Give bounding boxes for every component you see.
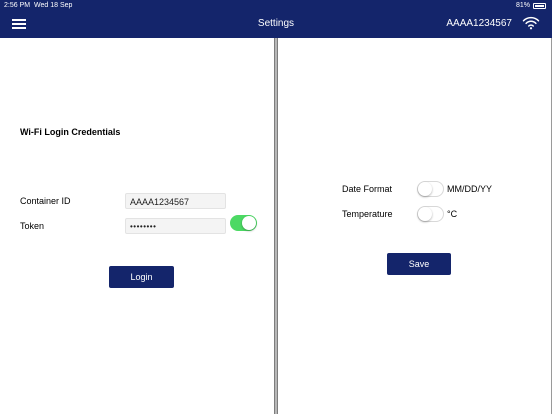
top-bar: 2:56 PM Wed 18 Sep 81% Settings AAAA1234… (0, 0, 552, 38)
date-format-toggle[interactable] (417, 181, 444, 197)
date-format-label: Date Format (342, 184, 393, 194)
wifi-icon[interactable] (522, 16, 540, 30)
save-button[interactable]: Save (387, 253, 451, 275)
temperature-toggle[interactable] (417, 206, 444, 222)
temperature-label: Temperature (342, 209, 393, 219)
container-id-label: Container ID (20, 196, 71, 206)
status-right: 81% (516, 2, 546, 9)
token-label: Token (20, 221, 45, 231)
show-token-toggle[interactable] (230, 215, 257, 231)
login-button[interactable]: Login (109, 266, 174, 288)
date-format-value: MM/DD/YY (447, 184, 492, 194)
battery-percent: 81% (515, 2, 530, 9)
toggle-knob (418, 182, 432, 196)
nav-container-id: AAAA1234567 (446, 18, 512, 29)
toggle-knob (418, 207, 432, 221)
temperature-value: °C (447, 209, 458, 219)
status-time: 2:56 PM (4, 2, 31, 9)
toggle-knob (242, 216, 256, 230)
battery-icon (533, 2, 546, 9)
token-field[interactable]: •••••••• (125, 218, 226, 234)
status-date: Wed 18 Sep (34, 2, 73, 9)
login-section-title: Wi-Fi Login Credentials (20, 127, 121, 137)
container-id-field[interactable]: AAAA1234567 (125, 193, 226, 209)
settings-panel (278, 38, 552, 414)
